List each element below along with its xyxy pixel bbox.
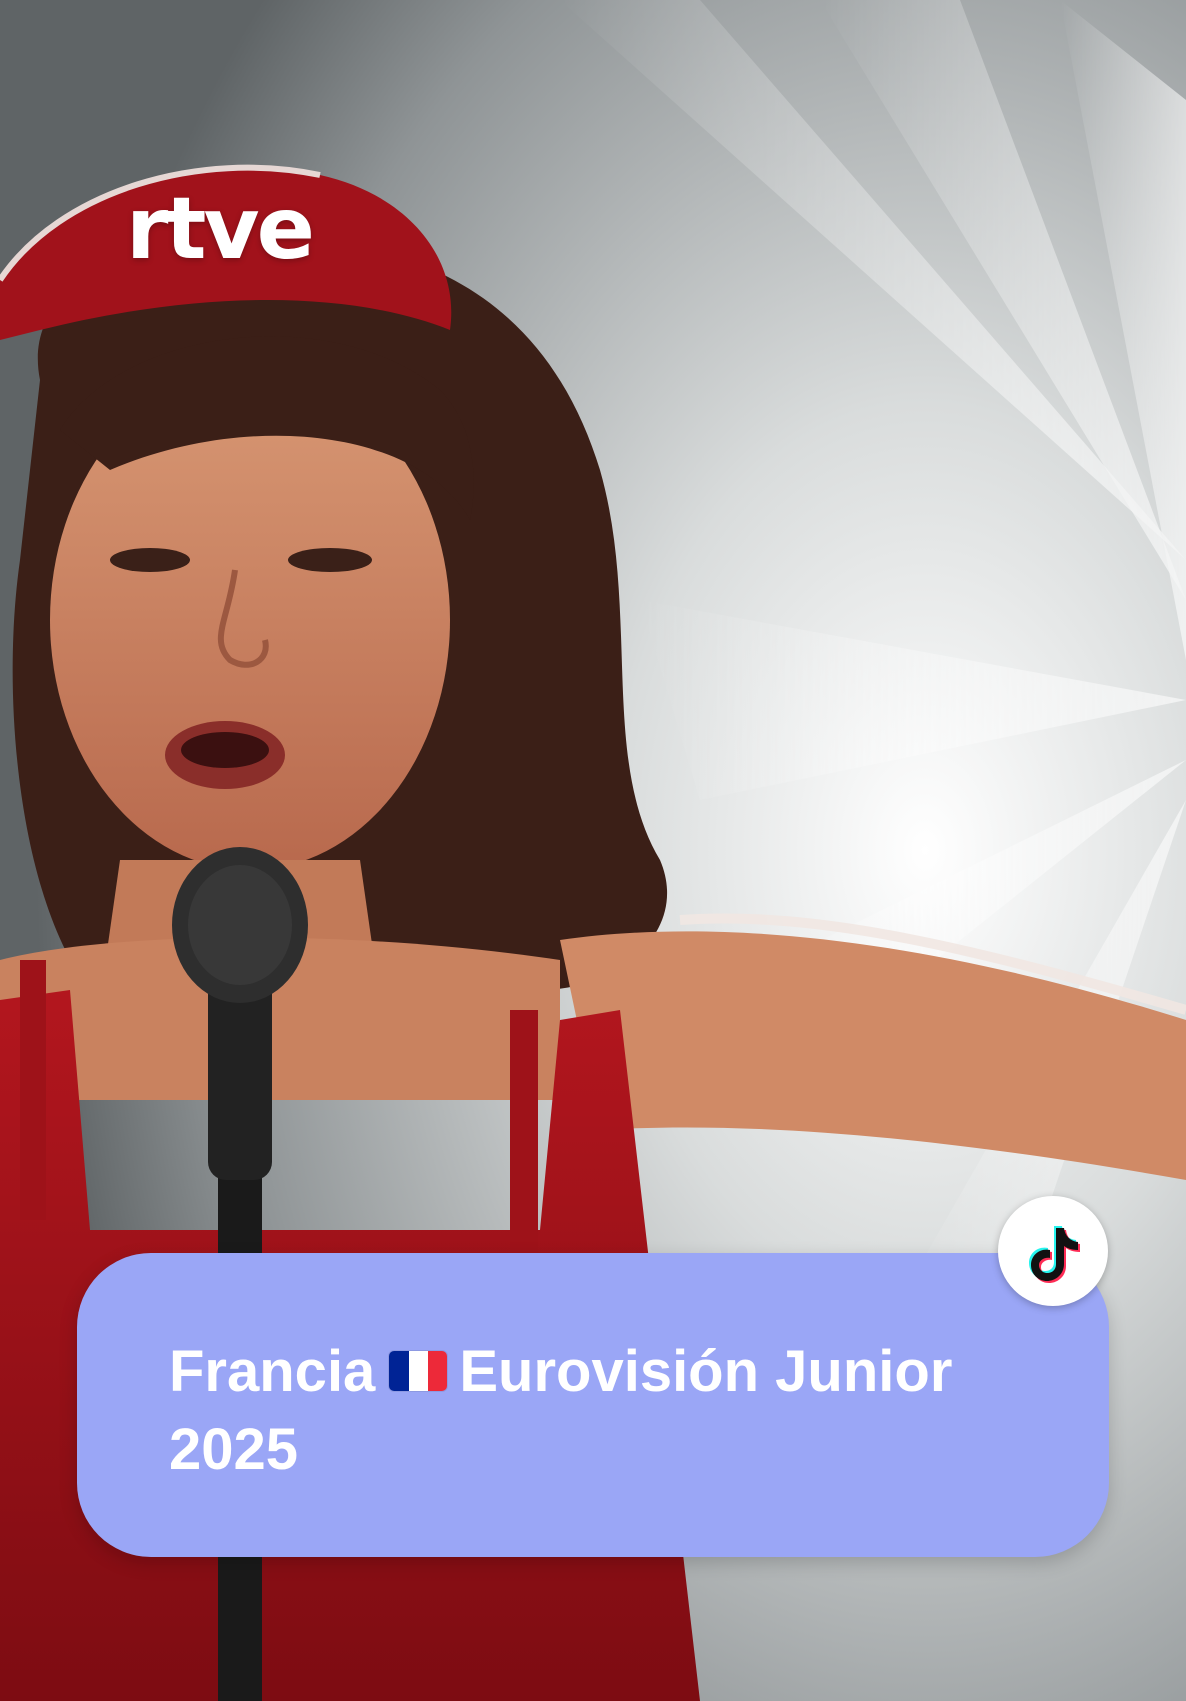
flag-france-icon bbox=[389, 1350, 448, 1391]
caption-event: Eurovisión Junior bbox=[459, 1339, 953, 1404]
tiktok-badge[interactable] bbox=[998, 1196, 1108, 1306]
caption-year: 2025 bbox=[169, 1417, 299, 1482]
video-frame: rtve Francia Eurovisión Junior 2025 bbox=[0, 0, 1186, 1701]
tiktok-icon bbox=[1029, 1226, 1080, 1283]
rtve-logo: rtve bbox=[126, 179, 315, 279]
caption-title: Francia Eurovisión Junior 2025 bbox=[169, 1333, 1029, 1489]
caption-card: Francia Eurovisión Junior 2025 bbox=[77, 1253, 1109, 1557]
caption-country: Francia bbox=[169, 1339, 376, 1404]
